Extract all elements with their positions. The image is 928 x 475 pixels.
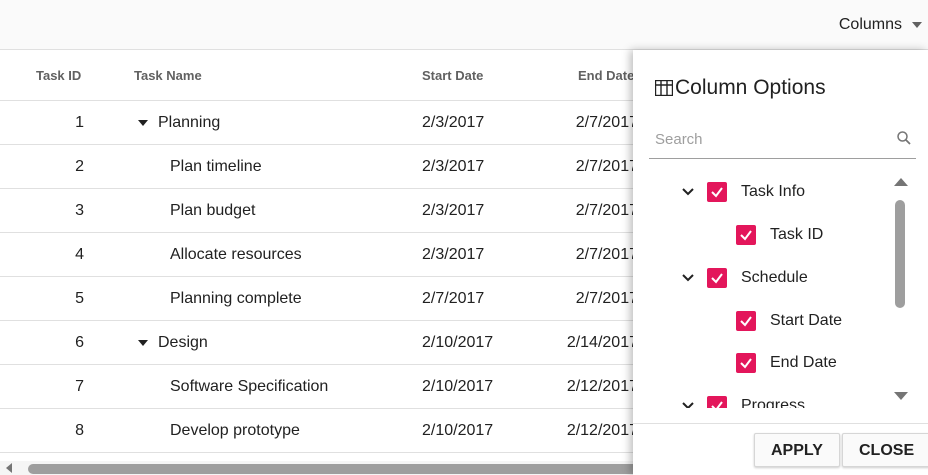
cell-task-id: 6	[75, 334, 84, 351]
cell-task-name: Software Specification	[170, 378, 329, 395]
checkbox[interactable]	[736, 311, 756, 331]
checkbox[interactable]	[707, 268, 727, 288]
scroll-up-icon[interactable]	[894, 178, 908, 186]
check-icon	[740, 358, 752, 369]
chevron-down-icon[interactable]	[681, 399, 695, 408]
cell-task-name: Allocate resources	[170, 246, 302, 263]
checkbox[interactable]	[736, 353, 756, 373]
search-icon[interactable]	[896, 130, 912, 146]
cell-end-date: 2/12/2017	[566, 422, 638, 439]
checkbox[interactable]	[707, 182, 727, 202]
tree-node-task-info[interactable]: Task Info	[681, 180, 805, 204]
caret-down-icon	[912, 22, 922, 28]
check-icon	[711, 401, 723, 408]
tree-node-start-date[interactable]: Start Date	[736, 309, 842, 333]
close-button[interactable]: CLOSE	[842, 433, 928, 467]
cell-end-date: 2/14/2017	[566, 334, 638, 351]
apply-button[interactable]: APPLY	[754, 433, 840, 467]
tree-node-label: Schedule	[741, 269, 808, 286]
column-chooser-dialog: Column Options Task Info Task ID Schedul…	[633, 50, 928, 475]
tree-node-end-date[interactable]: End Date	[736, 351, 837, 375]
checkbox[interactable]	[707, 396, 727, 408]
cell-task-name: Design	[158, 334, 208, 351]
dialog-title: Column Options	[655, 76, 826, 100]
cell-end-date: 2/7/2017	[575, 158, 638, 175]
collapse-icon[interactable]	[138, 120, 148, 126]
scroll-left-icon[interactable]	[6, 463, 12, 473]
cell-task-id: 3	[75, 202, 84, 219]
cell-task-name: Develop prototype	[170, 422, 300, 439]
cell-start-date: 2/10/2017	[422, 378, 494, 395]
cell-start-date: 2/3/2017	[422, 202, 485, 219]
tree-node-label: Task Info	[741, 183, 806, 200]
cell-end-date: 2/7/2017	[575, 290, 638, 307]
columns-button[interactable]: Columns	[839, 8, 922, 42]
cell-start-date: 2/7/2017	[422, 290, 485, 307]
check-icon	[711, 187, 723, 198]
cell-start-date: 2/3/2017	[422, 246, 485, 263]
collapse-icon[interactable]	[138, 340, 148, 346]
cell-task-id: 5	[75, 290, 84, 307]
cell-task-id: 2	[75, 158, 84, 175]
header-task-name[interactable]: Task Name	[134, 51, 202, 101]
tree-node-label: Progress	[741, 397, 806, 408]
cell-task-name: Planning	[158, 114, 221, 131]
search-box	[649, 122, 916, 159]
checkbox[interactable]	[736, 225, 756, 245]
cell-start-date: 2/3/2017	[422, 158, 485, 175]
dialog-footer: APPLY CLOSE	[633, 423, 928, 475]
cell-task-id: 1	[75, 114, 84, 131]
cell-task-id: 7	[75, 378, 84, 395]
scrollbar-thumb[interactable]	[895, 200, 905, 308]
dialog-title-text: Column Options	[675, 76, 826, 99]
cell-end-date: 2/12/2017	[566, 378, 638, 395]
header-end-date[interactable]: End Date	[578, 51, 634, 101]
chevron-down-icon[interactable]	[681, 271, 695, 285]
tree-node-label: Start Date	[770, 312, 843, 329]
cell-task-id: 4	[75, 246, 84, 263]
cell-task-name: Plan budget	[170, 202, 256, 219]
column-tree: Task Info Task ID Schedule Start Date En…	[633, 170, 891, 408]
table-icon	[655, 80, 673, 96]
search-input[interactable]	[653, 126, 887, 152]
tree-node-label: Task ID	[770, 226, 824, 243]
cell-end-date: 2/7/2017	[575, 114, 638, 131]
grid-toolbar: Columns	[0, 0, 928, 50]
cell-start-date: 2/10/2017	[422, 422, 494, 439]
cell-start-date: 2/3/2017	[422, 114, 485, 131]
cell-start-date: 2/10/2017	[422, 334, 494, 351]
chevron-down-icon[interactable]	[681, 185, 695, 199]
cell-end-date: 2/7/2017	[575, 246, 638, 263]
cell-end-date: 2/7/2017	[575, 202, 638, 219]
check-icon	[740, 230, 752, 241]
cell-task-name: Planning complete	[170, 290, 302, 307]
check-icon	[711, 273, 723, 284]
columns-button-label: Columns	[838, 16, 902, 33]
tree-node-schedule[interactable]: Schedule	[681, 266, 808, 290]
tree-node-label: End Date	[770, 354, 837, 371]
header-task-id[interactable]: Task ID	[36, 51, 81, 101]
scroll-down-icon[interactable]	[894, 392, 908, 400]
check-icon	[740, 316, 752, 327]
cell-task-name: Plan timeline	[170, 158, 262, 175]
tree-node-task-id[interactable]: Task ID	[736, 223, 823, 247]
vertical-scrollbar[interactable]	[891, 178, 909, 400]
header-start-date[interactable]: Start Date	[422, 51, 483, 101]
cell-task-id: 8	[75, 422, 84, 439]
tree-node-progress[interactable]: Progress	[681, 394, 805, 408]
